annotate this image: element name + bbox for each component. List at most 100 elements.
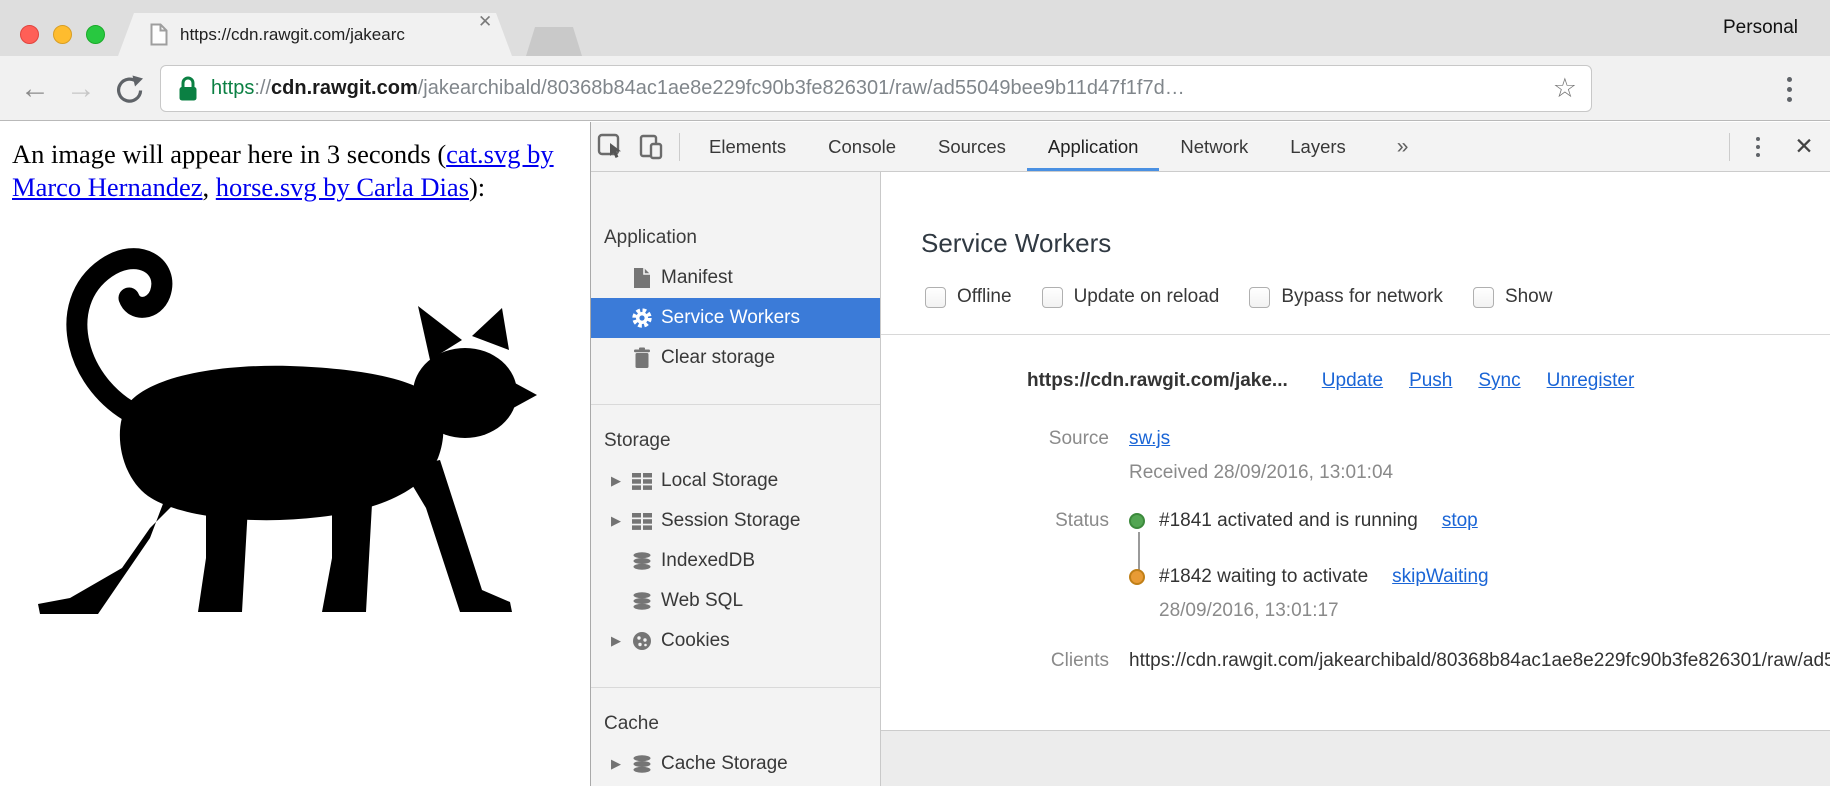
sync-link[interactable]: Sync — [1478, 370, 1520, 392]
toolbar-separator — [679, 132, 680, 161]
sidebar-item-label: IndexedDB — [661, 550, 756, 571]
tab-close-icon[interactable]: ✕ — [478, 0, 492, 43]
tab-title-fade — [420, 13, 466, 56]
checkbox-label: Update on reload — [1073, 286, 1220, 307]
sidebar-item-label: Session Storage — [661, 510, 801, 531]
more-tabs-button[interactable]: » — [1397, 135, 1409, 159]
profile-label: Personal — [1723, 17, 1798, 38]
client-url: https://cdn.rawgit.com/jakearchibald/803… — [1129, 650, 1830, 671]
show-checkbox[interactable] — [1472, 286, 1494, 308]
update-on-reload-checkbox[interactable] — [1041, 286, 1063, 308]
sidebar-item-clear-storage[interactable]: Clear storage — [591, 338, 880, 378]
tab-network[interactable]: Network — [1159, 122, 1269, 171]
show-option: Show — [1472, 286, 1552, 308]
sidebar-item-cookies[interactable]: ▶ Cookies — [591, 621, 880, 661]
sidebar-item-label: Cache Storage — [661, 753, 788, 774]
reload-button[interactable] — [112, 73, 144, 105]
status-waiting-row: #1842 waiting to activate skipWaiting — [881, 566, 1830, 588]
content-area: An image will appear here in 3 seconds (… — [0, 122, 1830, 786]
cat-image — [38, 248, 537, 614]
horse-svg-link[interactable]: horse.svg by Carla Dias — [216, 172, 469, 202]
manifest-file-icon — [631, 267, 653, 289]
sidebar-item-cache-storage[interactable]: ▶ Cache Storage — [591, 744, 880, 784]
close-window-button[interactable] — [20, 25, 39, 44]
received-timestamp: Received 28/09/2016, 13:01:04 — [1129, 462, 1394, 483]
status-waiting-dot — [1129, 569, 1145, 585]
devtools-menu-button[interactable] — [1738, 136, 1778, 157]
devtools-sidebar: Application Manifest Service Workers Cle… — [591, 172, 881, 786]
stop-link[interactable]: stop — [1442, 510, 1478, 532]
tab-console[interactable]: Console — [807, 122, 917, 171]
section-title: Storage — [604, 430, 671, 451]
database-icon — [631, 552, 653, 570]
sidebar-divider — [591, 687, 880, 688]
pane-footer — [881, 730, 1830, 786]
sidebar-item-session-storage[interactable]: ▶ Session Storage — [591, 501, 880, 541]
disclosure-triangle-icon[interactable]: ▶ — [611, 756, 625, 772]
zoom-window-button[interactable] — [86, 25, 105, 44]
minimize-window-button[interactable] — [53, 25, 72, 44]
device-toolbar-button[interactable] — [631, 129, 671, 165]
tab-elements[interactable]: Elements — [688, 122, 807, 171]
bypass-for-network-option: Bypass for network — [1249, 286, 1443, 308]
skipwaiting-link[interactable]: skipWaiting — [1392, 566, 1488, 588]
sidebar-item-local-storage[interactable]: ▶ Local Storage — [591, 461, 880, 501]
status-active-dot — [1129, 513, 1145, 529]
browser-menu-button[interactable] — [1772, 70, 1806, 108]
source-row: Source sw.js — [881, 428, 1830, 450]
inspect-cursor-icon — [597, 133, 621, 158]
cookie-icon — [631, 631, 653, 651]
devtools-body: Application Manifest Service Workers Cle… — [591, 172, 1830, 786]
bypass-for-network-checkbox[interactable] — [1249, 286, 1271, 308]
address-bar[interactable]: https://cdn.rawgit.com/jakearchibald/803… — [160, 65, 1592, 112]
sidebar-item-label: Manifest — [661, 267, 733, 288]
page-text: An image will appear here in 3 seconds ( — [12, 139, 447, 169]
service-workers-pane: Service Workers Offline Update on reload — [881, 172, 1830, 786]
sidebar-item-service-workers[interactable]: Service Workers — [591, 298, 880, 338]
page-paragraph: An image will appear here in 3 seconds (… — [12, 138, 590, 204]
devtools-panel: Elements Console Sources Application Net… — [590, 122, 1830, 786]
service-worker-options: Offline Update on reload Bypass for netw… — [925, 286, 1552, 308]
status-timeline-connector — [1138, 532, 1140, 570]
tab-layers[interactable]: Layers — [1269, 122, 1367, 171]
sidebar-section-storage: Storage ▶ Local Storage ▶ Session Storag… — [591, 421, 880, 661]
checkbox-label: Offline — [957, 286, 1012, 307]
disclosure-triangle-icon[interactable]: ▶ — [611, 473, 625, 489]
page-favicon-icon — [150, 23, 168, 46]
sidebar-item-label: Local Storage — [661, 470, 779, 491]
devtools-close-icon[interactable]: ✕ — [1778, 133, 1830, 160]
disclosure-triangle-icon[interactable]: ▶ — [611, 513, 625, 529]
update-link[interactable]: Update — [1322, 370, 1383, 392]
sidebar-section-application: Application Manifest Service Workers Cle… — [591, 218, 880, 378]
bookmark-star-icon[interactable]: ☆ — [1553, 73, 1577, 104]
tab-application[interactable]: Application — [1026, 122, 1160, 171]
sidebar-section-cache: Cache ▶ Cache Storage — [591, 704, 880, 784]
inspect-element-button[interactable] — [591, 129, 631, 165]
device-icon — [639, 134, 663, 159]
offline-checkbox[interactable] — [925, 286, 946, 308]
devtools-toolbar: Elements Console Sources Application Net… — [591, 122, 1830, 172]
page-text: ): — [468, 172, 486, 202]
window-controls — [20, 25, 105, 44]
source-file-link[interactable]: sw.js — [1129, 428, 1170, 450]
sidebar-item-label: Web SQL — [661, 590, 744, 611]
sidebar-item-web-sql[interactable]: Web SQL — [591, 581, 880, 621]
worker-origin: https://cdn.rawgit.com/jake... — [1027, 370, 1288, 391]
source-label: Source — [1048, 428, 1109, 449]
pane-title: Service Workers — [921, 228, 1112, 258]
sidebar-item-manifest[interactable]: Manifest — [591, 258, 880, 298]
page-text: , — [202, 172, 216, 202]
status-label: Status — [1055, 510, 1109, 531]
unregister-link[interactable]: Unregister — [1547, 370, 1635, 392]
worker-origin-row: https://cdn.rawgit.com/jake... Update Pu… — [1027, 370, 1660, 392]
sidebar-item-label: Service Workers — [661, 307, 801, 328]
forward-button[interactable]: → — [66, 56, 96, 121]
tab-sources[interactable]: Sources — [917, 122, 1027, 171]
gear-icon — [631, 307, 653, 329]
sidebar-item-indexeddb[interactable]: IndexedDB — [591, 541, 880, 581]
back-button[interactable]: ← — [20, 56, 50, 121]
push-link[interactable]: Push — [1409, 370, 1452, 392]
toolbar-separator — [1729, 132, 1730, 161]
web-page: An image will appear here in 3 seconds (… — [0, 122, 590, 786]
disclosure-triangle-icon[interactable]: ▶ — [611, 633, 625, 649]
